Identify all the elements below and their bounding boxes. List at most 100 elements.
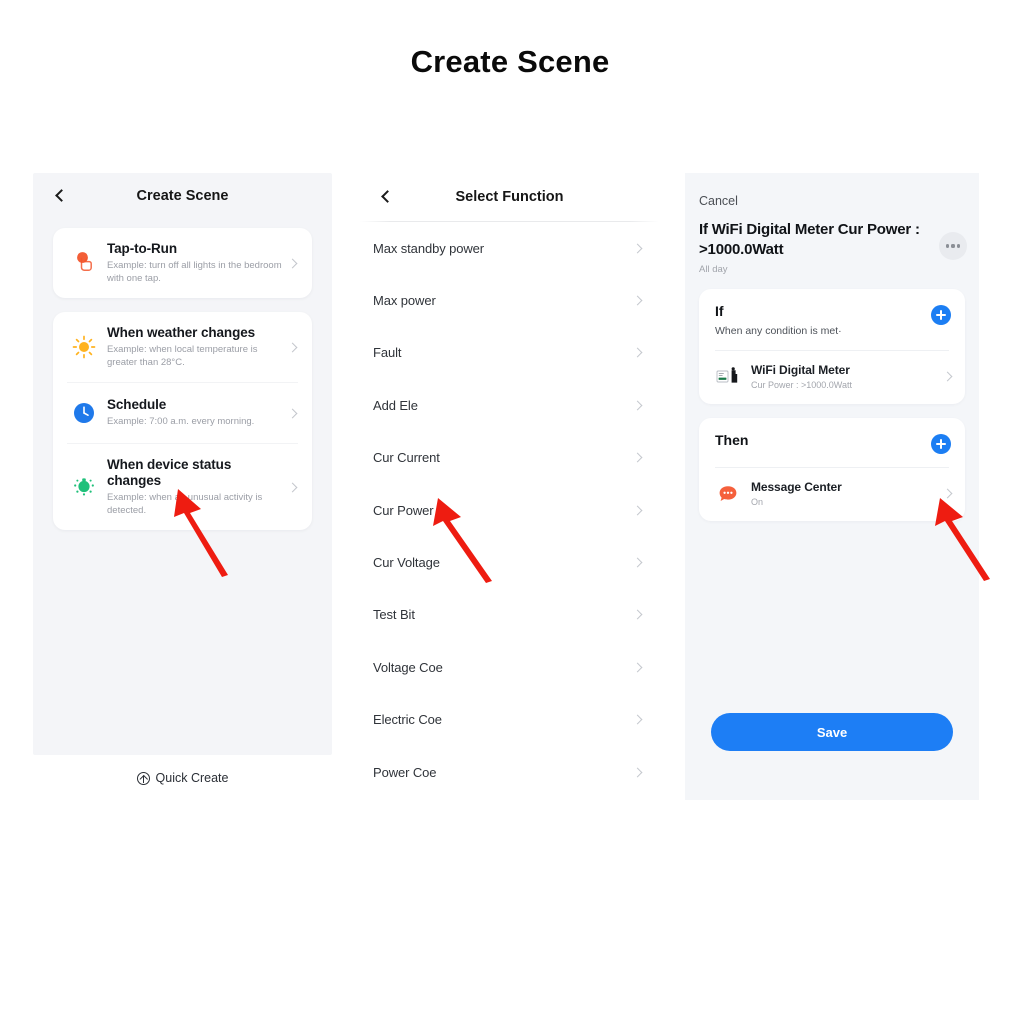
function-label: Test Bit (373, 607, 415, 623)
chevron-right-icon (632, 557, 643, 568)
tap-to-run-icon (67, 246, 101, 280)
message-center-icon (715, 481, 741, 507)
create-scene-navbar: Create Scene (33, 173, 332, 219)
function-label: Max standby power (373, 240, 485, 256)
function-row-max-power[interactable]: Max power (360, 274, 659, 326)
function-row-voltage-coe[interactable]: Voltage Coe (360, 641, 659, 693)
chevron-right-icon (632, 348, 643, 358)
function-label: Fault (373, 345, 402, 361)
chevron-right-icon (632, 295, 643, 306)
scene-type-title: When device status changes (107, 457, 232, 488)
save-button[interactable]: Save (711, 713, 953, 751)
function-label: Cur Voltage (373, 555, 440, 571)
function-label: Max power (373, 293, 436, 309)
panel-scene-editor: Cancel If WiFi Digital Meter Cur Power :… (685, 173, 979, 800)
function-label: Add Ele (373, 397, 418, 413)
quick-create-button[interactable]: Quick Create (33, 757, 332, 799)
chevron-left-icon (54, 188, 68, 202)
back-button[interactable] (376, 185, 398, 207)
scene-type-subtitle: Example: 7:00 a.m. every morning. (107, 416, 255, 428)
if-condition-subtitle: Cur Power : >1000.0Watt (751, 380, 852, 390)
function-row-fault[interactable]: Fault (360, 327, 659, 379)
then-card-header: Then (699, 418, 965, 454)
ellipsis-icon (945, 244, 950, 248)
chevron-right-icon (632, 714, 643, 725)
scene-subtitle: All day (699, 264, 728, 275)
then-action-text: Message Center On (741, 480, 944, 507)
scene-type-text: Schedule Example: 7:00 a.m. every mornin… (101, 397, 289, 429)
function-row-max-standby-power[interactable]: Max standby power (360, 222, 659, 274)
chevron-right-icon (632, 505, 643, 516)
then-action-row[interactable]: Message Center On (699, 468, 965, 521)
ellipsis-icon (951, 244, 955, 248)
function-label: Power Coe (373, 764, 437, 780)
page-root: Create Scene Create Scene Tap-to-Run Exa… (0, 0, 1020, 1020)
create-scene-title: Create Scene (136, 188, 229, 204)
ellipsis-icon (956, 244, 961, 248)
scene-type-row-device-status[interactable]: When device status changes Example: when… (53, 444, 312, 530)
function-label: Electric Coe (373, 712, 442, 728)
chevron-right-icon (287, 258, 298, 268)
back-button[interactable] (49, 183, 73, 207)
if-condition-mode[interactable]: When any condition is met· (715, 325, 931, 337)
scene-type-subtitle: Example: when local temperature is great… (107, 344, 258, 368)
chevron-left-icon (380, 189, 394, 203)
function-row-cur-current[interactable]: Cur Current (360, 432, 659, 484)
function-row-power-coe[interactable]: Power Coe (360, 746, 659, 793)
scene-type-text: When weather changes Example: when local… (101, 325, 289, 369)
add-condition-button[interactable] (931, 305, 951, 325)
scene-type-row-schedule[interactable]: Schedule Example: 7:00 a.m. every mornin… (53, 383, 312, 443)
then-card-header-text: Then (715, 432, 931, 448)
more-options-button[interactable] (939, 232, 967, 260)
device-status-icon (67, 470, 101, 504)
scene-type-subtitle: Example: turn off all lights in the bedr… (107, 260, 282, 284)
weather-sun-icon (67, 330, 101, 364)
scene-title: If WiFi Digital Meter Cur Power : >1000.… (699, 221, 920, 258)
scene-header: If WiFi Digital Meter Cur Power : >1000.… (685, 208, 979, 275)
scene-type-title: When weather changes (107, 325, 256, 340)
quick-create-label: Quick Create (155, 771, 229, 785)
chevron-right-icon (632, 662, 643, 673)
scene-type-card-automations: When weather changes Example: when local… (53, 312, 312, 530)
scene-type-row-tap-to-run[interactable]: Tap-to-Run Example: turn off all lights … (53, 228, 312, 298)
chevron-right-icon (942, 371, 953, 382)
if-condition-text: WiFi Digital Meter Cur Power : >1000.0Wa… (741, 363, 944, 390)
scene-type-card-tap-to-run: Tap-to-Run Example: turn off all lights … (53, 228, 312, 298)
scene-type-text: When device status changes Example: when… (101, 457, 289, 517)
page-title: Create Scene (410, 44, 610, 79)
function-label: Cur Power (373, 502, 434, 518)
select-function-title: Select Function (455, 189, 564, 205)
scene-type-row-weather[interactable]: When weather changes Example: when local… (53, 312, 312, 382)
function-row-add-ele[interactable]: Add Ele (360, 379, 659, 431)
panel-create-scene: Create Scene Tap-to-Run Example: turn of… (33, 173, 332, 755)
then-action-subtitle: On (751, 497, 764, 507)
chevron-right-icon (287, 408, 298, 418)
chevron-right-icon (287, 482, 298, 492)
chevron-right-icon (287, 342, 298, 352)
if-card-header: If When any condition is met· (699, 289, 965, 337)
if-heading: If (715, 303, 724, 319)
schedule-clock-icon (67, 396, 101, 430)
arrow-up-circle-icon (136, 771, 150, 785)
chevron-right-icon (942, 488, 953, 499)
add-action-button[interactable] (931, 434, 951, 454)
scene-type-title: Schedule (107, 397, 167, 413)
chevron-right-icon (632, 243, 643, 254)
function-label: Voltage Coe (373, 659, 443, 675)
if-card: If When any condition is met· WiFi Digit… (699, 289, 965, 404)
scene-type-subtitle: Example: when an unusual activity is det… (107, 492, 263, 516)
wifi-digital-meter-icon (715, 364, 741, 390)
function-row-test-bit[interactable]: Test Bit (360, 589, 659, 641)
if-card-header-text: If When any condition is met· (715, 303, 931, 337)
select-function-navbar: Select Function (360, 173, 659, 221)
function-row-cur-voltage[interactable]: Cur Voltage (360, 536, 659, 588)
cancel-button[interactable]: Cancel (685, 173, 979, 208)
if-condition-title: WiFi Digital Meter (751, 363, 850, 377)
function-row-electric-coe[interactable]: Electric Coe (360, 694, 659, 746)
chevron-right-icon (632, 609, 643, 620)
chevron-right-icon (632, 767, 643, 778)
scene-header-text: If WiFi Digital Meter Cur Power : >1000.… (699, 220, 939, 275)
function-row-cur-power[interactable]: Cur Power (360, 484, 659, 536)
if-condition-row[interactable]: WiFi Digital Meter Cur Power : >1000.0Wa… (699, 351, 965, 404)
panel-select-function: Select Function Max standby power Max po… (360, 173, 659, 793)
